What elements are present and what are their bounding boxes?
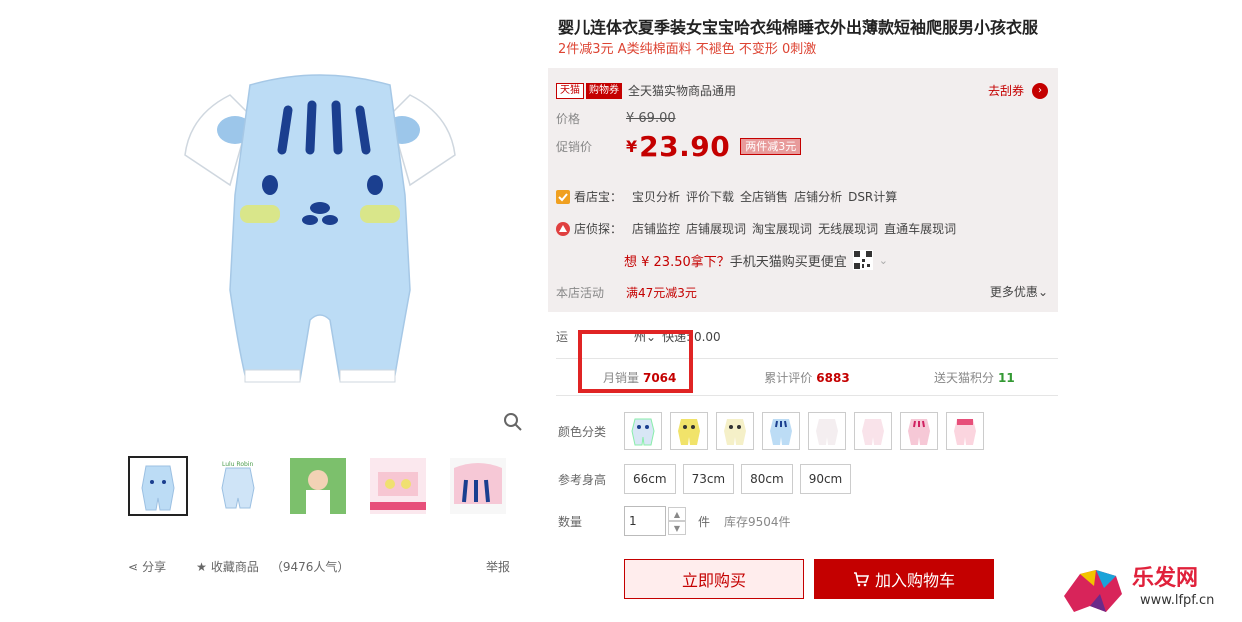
thumbnail-2[interactable]: Lulu Robin xyxy=(208,456,268,516)
detect-tool-label: 店侦探： xyxy=(574,222,623,236)
social-bar: ⋖ 分享 ★ 收藏商品 （9476人气） 举报 xyxy=(128,558,510,575)
size-option-73[interactable]: 73cm xyxy=(682,464,735,494)
get-coupon-link[interactable]: 去刮券 › xyxy=(988,82,1048,99)
shop-link-3[interactable]: 全店销售 xyxy=(740,188,788,205)
popularity-count: （9476人气） xyxy=(270,560,350,574)
activity-value: 满47元减3元 xyxy=(626,286,697,300)
color-swatch-8[interactable] xyxy=(946,412,984,450)
color-label: 颜色分类 xyxy=(558,424,607,439)
quantity-input[interactable] xyxy=(624,506,666,536)
color-swatch-5[interactable] xyxy=(808,412,846,450)
annotation-highlight-box xyxy=(578,330,693,393)
size-option-66[interactable]: 66cm xyxy=(624,464,676,494)
tmall-points: 送天猫积分 11 xyxy=(933,370,1015,385)
color-swatch-4[interactable] xyxy=(762,412,800,450)
quantity-row: 数量 ▲ ▼ 件 库存9504件 xyxy=(558,506,791,536)
star-icon: ★ xyxy=(196,559,207,574)
shop-link-2[interactable]: 评价下载 xyxy=(686,188,734,205)
detect-link-5[interactable]: 直通车展现词 xyxy=(884,220,956,237)
size-label: 参考身高 xyxy=(558,472,607,487)
promo-price: 23.90 xyxy=(639,130,731,163)
detect-link-4[interactable]: 无线展现词 xyxy=(818,220,878,237)
detect-tools-row: 店侦探： 店铺监控 店铺展现词 淘宝展现词 无线展现词 直通车展现词 xyxy=(556,220,962,237)
decrease-icon[interactable]: ▼ xyxy=(668,521,686,535)
mobile-promo-prefix: 想 ¥ 23.50拿下？ xyxy=(624,254,730,270)
add-to-cart-button[interactable]: 加入购物车 xyxy=(814,559,994,599)
cart-icon xyxy=(853,572,869,587)
size-row: 参考身高 66cm 73cm 80cm 90cm xyxy=(558,464,858,494)
thumbnail-strip: Lulu Robin xyxy=(128,456,508,516)
currency-symbol: ¥ xyxy=(626,137,638,156)
size-option-90[interactable]: 90cm xyxy=(799,464,852,494)
thumbnail-1[interactable] xyxy=(128,456,188,516)
price-label: 价格 xyxy=(556,112,581,126)
buy-now-button[interactable]: 立即购买 xyxy=(624,559,804,599)
shop-link-5[interactable]: DSR计算 xyxy=(848,188,897,205)
detect-link-1[interactable]: 店铺监控 xyxy=(632,220,680,237)
watermark-url: www.lfpf.cn xyxy=(1140,593,1215,608)
detect-link-3[interactable]: 淘宝展现词 xyxy=(752,220,812,237)
total-reviews[interactable]: 累计评价 6883 xyxy=(723,369,890,386)
thumbnail-3[interactable] xyxy=(288,456,348,516)
shop-tool-label: 看店宝： xyxy=(574,190,623,204)
tmall-tag: 天猫 xyxy=(556,82,584,99)
size-option-80[interactable]: 80cm xyxy=(741,464,793,494)
color-swatch-1[interactable] xyxy=(624,412,662,450)
product-subtitle: 2件减3元 A类纯棉面料 不褪色 不变形 0刺激 xyxy=(558,42,817,57)
promo-badge: 两件减3元 xyxy=(740,138,802,155)
promo-price-row: 促销价 ¥ 23.90 两件减3元 xyxy=(556,130,802,163)
color-swatch-2[interactable] xyxy=(670,412,708,450)
svg-text:Lulu Robin: Lulu Robin xyxy=(222,461,253,468)
report-link[interactable]: 举报 xyxy=(486,558,510,575)
quantity-stepper: ▲ ▼ xyxy=(668,507,686,535)
coupon-row: 天猫 购物券 全天猫实物商品通用 xyxy=(556,82,736,99)
qr-code-icon xyxy=(852,250,873,270)
shop-tools-row: 看店宝： 宝贝分析 评价下载 全店销售 店铺分析 DSR计算 xyxy=(556,188,903,205)
mobile-promo-row[interactable]: 想 ¥ 23.50拿下？ 手机天猫购买更便宜 ⌄ xyxy=(624,250,888,270)
shop-tool-icon xyxy=(556,189,570,204)
shop-activity-row: 本店活动 满47元减3元 xyxy=(556,284,697,301)
main-product-image[interactable] xyxy=(170,55,470,400)
thumbnail-5[interactable] xyxy=(448,456,508,516)
shop-link-4[interactable]: 店铺分析 xyxy=(794,188,842,205)
romper-illustration xyxy=(184,74,456,383)
coupon-tag: 购物券 xyxy=(586,82,622,99)
promo-price-label: 促销价 xyxy=(556,140,593,154)
stock-count: 库存9504件 xyxy=(724,514,791,529)
detective-icon xyxy=(556,221,570,236)
color-swatch-6[interactable] xyxy=(854,412,892,450)
color-swatch-7[interactable] xyxy=(900,412,938,450)
promo-panel: 天猫 购物券 全天猫实物商品通用 去刮券 › 价格 ¥ 69.00 促销价 ¥ … xyxy=(548,68,1058,312)
color-swatch-3[interactable] xyxy=(716,412,754,450)
activity-label: 本店活动 xyxy=(556,286,605,300)
price-row: 价格 ¥ 69.00 xyxy=(556,110,676,127)
watermark-text: 乐发网 xyxy=(1132,565,1199,591)
share-icon: ⋖ xyxy=(128,559,139,574)
coupon-text: 全天猫实物商品通用 xyxy=(628,84,737,98)
original-price: ¥ 69.00 xyxy=(626,111,676,126)
more-deals-link[interactable]: 更多优惠⌄ xyxy=(990,283,1048,300)
quantity-unit: 件 xyxy=(698,514,711,529)
product-title: 婴儿连体衣夏季装女宝宝哈衣纯棉睡衣外出薄款短袖爬服男小孩衣服 xyxy=(558,18,1039,37)
chevron-down-icon: ⌄ xyxy=(878,253,888,267)
quantity-label: 数量 xyxy=(558,514,583,529)
shop-link-1[interactable]: 宝贝分析 xyxy=(632,188,680,205)
zoom-icon[interactable] xyxy=(503,412,523,432)
share-link[interactable]: ⋖ 分享 xyxy=(128,558,166,575)
mobile-promo-text: 手机天猫购买更便宜 xyxy=(729,254,847,270)
increase-icon[interactable]: ▲ xyxy=(668,507,686,521)
shipping-label: 运 xyxy=(556,330,569,344)
color-row: 颜色分类 xyxy=(558,412,992,450)
favorite-link[interactable]: ★ 收藏商品 （9476人气） xyxy=(196,558,349,575)
chevron-down-icon: ⌄ xyxy=(1037,285,1048,299)
chevron-right-icon: › xyxy=(1032,82,1048,99)
detect-link-2[interactable]: 店铺展现词 xyxy=(686,220,746,237)
thumbnail-4[interactable] xyxy=(368,456,428,516)
